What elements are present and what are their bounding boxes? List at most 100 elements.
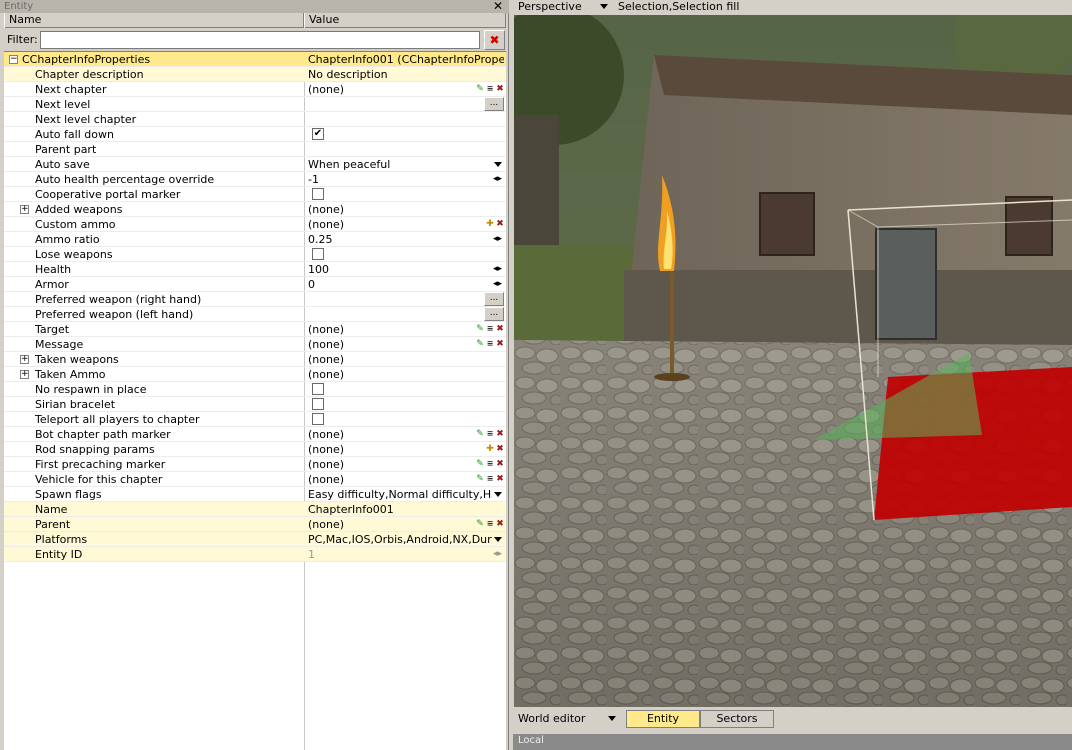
property-row-parent[interactable]: Parent (none) ✎ ≡ ✖ — [4, 517, 506, 532]
property-value[interactable]: (none) — [308, 472, 486, 486]
clear-x-icon[interactable]: ✖ — [496, 474, 504, 484]
property-value[interactable]: 0 — [308, 277, 486, 291]
sirian-bracelet-checkbox[interactable] — [312, 398, 324, 410]
clear-x-icon[interactable]: ✖ — [496, 339, 504, 349]
property-row-taken-ammo[interactable]: + Taken Ammo (none) — [4, 367, 506, 382]
property-row-added-weapons[interactable]: + Added weapons (none) — [4, 202, 506, 217]
auto-fall-down-checkbox[interactable]: ✔ — [312, 128, 324, 140]
ellipsis-button[interactable]: ... — [484, 307, 504, 321]
property-row-platforms[interactable]: Platforms PC,Mac,IOS,Orbis,Android,NX,Du… — [4, 532, 506, 547]
eyedropper-icon[interactable]: ✎ — [476, 474, 484, 484]
spinner-arrows-icon[interactable]: ◂▸ — [493, 172, 502, 187]
property-row-preferred-weapon-right[interactable]: Preferred weapon (right hand) ... — [4, 292, 506, 307]
property-value[interactable]: ChapterInfo001 — [308, 502, 486, 516]
property-row-next-chapter[interactable]: Next chapter (none) ✎ ≡ ✖ — [4, 82, 506, 97]
property-value[interactable]: (none) — [308, 517, 486, 531]
property-value[interactable] — [308, 112, 486, 126]
property-value[interactable]: (none) — [308, 82, 486, 96]
property-row-teleport-all-players[interactable]: Teleport all players to chapter — [4, 412, 506, 427]
property-row-chapter-description[interactable]: Chapter description No description — [4, 67, 506, 82]
platforms-select[interactable]: PC,Mac,IOS,Orbis,Android,NX,Dura... — [308, 532, 492, 546]
property-row-taken-weapons[interactable]: + Taken weapons (none) — [4, 352, 506, 367]
tab-sectors[interactable]: Sectors — [700, 710, 774, 728]
eyedropper-icon[interactable]: ✎ — [476, 84, 484, 94]
ellipsis-button[interactable]: ... — [484, 292, 504, 306]
property-value[interactable]: (none) — [308, 337, 486, 351]
property-row-lose-weapons[interactable]: Lose weapons — [4, 247, 506, 262]
eyedropper-icon[interactable]: ✎ — [476, 339, 484, 349]
property-value[interactable] — [308, 307, 486, 321]
property-value[interactable] — [308, 292, 486, 306]
property-row-cooperative-portal-marker[interactable]: Cooperative portal marker — [4, 187, 506, 202]
property-value[interactable]: 0.25 — [308, 232, 486, 246]
clear-x-icon[interactable]: ✖ — [496, 444, 504, 454]
ellipsis-button[interactable]: ... — [484, 97, 504, 111]
tab-entity[interactable]: Entity — [626, 710, 700, 728]
property-row-spawn-flags[interactable]: Spawn flags Easy difficulty,Normal diffi… — [4, 487, 506, 502]
lose-weapons-checkbox[interactable] — [312, 248, 324, 260]
spinner-arrows-icon[interactable]: ◂▸ — [493, 262, 502, 277]
property-value[interactable] — [308, 142, 486, 156]
browse-icon[interactable]: ≡ — [486, 459, 494, 469]
property-row-next-level[interactable]: Next level ... — [4, 97, 506, 112]
add-plus-icon[interactable]: ✚ — [486, 444, 494, 454]
property-row-name[interactable]: Name ChapterInfo001 — [4, 502, 506, 517]
property-value[interactable]: -1 — [308, 172, 486, 186]
chevron-down-icon[interactable] — [600, 4, 608, 9]
property-value[interactable]: (none) — [308, 322, 486, 336]
expand-icon[interactable]: + — [20, 205, 29, 214]
3d-viewport[interactable] — [514, 15, 1072, 707]
property-row-auto-fall-down[interactable]: Auto fall down ✔ — [4, 127, 506, 142]
editor-mode-select[interactable]: World editor — [516, 711, 620, 727]
property-value[interactable]: (none) — [308, 427, 486, 441]
teleport-all-players-checkbox[interactable] — [312, 413, 324, 425]
property-row-health[interactable]: Health 100 ◂▸ — [4, 262, 506, 277]
spawn-flags-select[interactable]: Easy difficulty,Normal difficulty,Har... — [308, 487, 492, 501]
browse-icon[interactable]: ≡ — [486, 339, 494, 349]
spinner-arrows-icon[interactable]: ◂▸ — [493, 277, 502, 292]
chevron-down-icon[interactable] — [494, 492, 502, 497]
column-header-name[interactable]: Name — [4, 13, 304, 28]
clear-x-icon[interactable]: ✖ — [496, 84, 504, 94]
property-row-sirian-bracelet[interactable]: Sirian bracelet — [4, 397, 506, 412]
property-row-auto-health-override[interactable]: Auto health percentage override -1 ◂▸ — [4, 172, 506, 187]
clear-x-icon[interactable]: ✖ — [496, 429, 504, 439]
eyedropper-icon[interactable]: ✎ — [476, 429, 484, 439]
cooperative-portal-marker-checkbox[interactable] — [312, 188, 324, 200]
property-value[interactable]: (none) — [308, 442, 486, 456]
browse-icon[interactable]: ≡ — [486, 84, 494, 94]
expand-icon[interactable]: + — [20, 370, 29, 379]
column-header-value[interactable]: Value — [304, 13, 506, 28]
browse-icon[interactable]: ≡ — [486, 429, 494, 439]
property-row-parent-part[interactable]: Parent part — [4, 142, 506, 157]
eyedropper-icon[interactable]: ✎ — [476, 519, 484, 529]
filter-input[interactable] — [40, 31, 480, 49]
property-row-no-respawn-in-place[interactable]: No respawn in place — [4, 382, 506, 397]
property-row-armor[interactable]: Armor 0 ◂▸ — [4, 277, 506, 292]
property-value[interactable]: (none) — [308, 367, 486, 381]
property-row-next-level-chapter[interactable]: Next level chapter — [4, 112, 506, 127]
property-value[interactable]: 100 — [308, 262, 486, 276]
property-value[interactable]: (none) — [308, 457, 486, 471]
selection-mode-label[interactable]: Selection,Selection fill — [618, 0, 739, 13]
property-row-vehicle-for-chapter[interactable]: Vehicle for this chapter (none) ✎ ≡ ✖ — [4, 472, 506, 487]
chevron-down-icon[interactable] — [608, 716, 616, 721]
spinner-arrows-icon[interactable]: ◂▸ — [493, 232, 502, 247]
eyedropper-icon[interactable]: ✎ — [476, 459, 484, 469]
property-row-target[interactable]: Target (none) ✎ ≡ ✖ — [4, 322, 506, 337]
property-row-message[interactable]: Message (none) ✎ ≡ ✖ — [4, 337, 506, 352]
filter-clear-button[interactable]: ✖ — [484, 30, 505, 50]
property-row-custom-ammo[interactable]: Custom ammo (none) ✚ ✖ — [4, 217, 506, 232]
add-plus-icon[interactable]: ✚ — [486, 219, 494, 229]
clear-x-icon[interactable]: ✖ — [496, 324, 504, 334]
property-row-auto-save[interactable]: Auto save When peaceful — [4, 157, 506, 172]
property-row-bot-chapter-path-marker[interactable]: Bot chapter path marker (none) ✎ ≡ ✖ — [4, 427, 506, 442]
expand-icon[interactable]: + — [20, 355, 29, 364]
chevron-down-icon[interactable] — [494, 162, 502, 167]
clear-x-icon[interactable]: ✖ — [496, 459, 504, 469]
property-value[interactable]: (none) — [308, 202, 486, 216]
property-row-rod-snapping-params[interactable]: Rod snapping params (none) ✚ ✖ — [4, 442, 506, 457]
property-row-first-precaching-marker[interactable]: First precaching marker (none) ✎ ≡ ✖ — [4, 457, 506, 472]
browse-icon[interactable]: ≡ — [486, 519, 494, 529]
clear-x-icon[interactable]: ✖ — [496, 519, 504, 529]
